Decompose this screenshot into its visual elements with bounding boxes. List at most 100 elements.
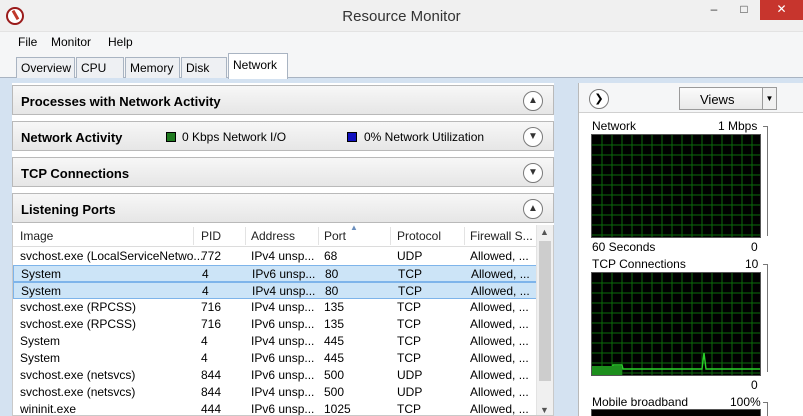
tab-bar: Overview CPU Memory Disk Network	[0, 52, 803, 79]
column-pid[interactable]: PID	[201, 229, 221, 243]
panel-title: Network Activity	[21, 130, 123, 145]
table-row[interactable]: System 4 IPv6 unsp... 445 TCP Allowed, ...	[13, 350, 537, 367]
graph-scale-bracket	[763, 402, 768, 416]
table-row[interactable]: svchost.exe (RPCSS) 716 IPv6 unsp... 135 TCP…	[13, 316, 537, 333]
views-dropdown-icon[interactable]: ▼	[763, 87, 777, 110]
cell-pid: 716	[201, 300, 222, 314]
cell-protocol: TCP	[397, 300, 421, 314]
cell-address: IPv6 unsp...	[251, 402, 315, 416]
cell-image: System	[20, 334, 61, 348]
cell-firewall-status: Allowed, ...	[470, 351, 529, 365]
chevron-down-icon[interactable]: ▼	[523, 127, 543, 147]
table-row[interactable]: System 4 IPv4 unsp... 445 TCP Allowed, ...	[13, 333, 537, 350]
cell-image: svchost.exe (netsvcs)	[20, 368, 136, 382]
close-button[interactable]: ✕	[760, 0, 803, 20]
cell-image: svchost.exe (LocalServiceNetwo...	[20, 249, 204, 263]
tcp-graph-label: TCP Connections	[592, 257, 686, 271]
cell-image: svchost.exe (RPCSS)	[20, 317, 137, 331]
tab-overview[interactable]: Overview	[16, 57, 75, 78]
menu-monitor[interactable]: Monitor	[51, 35, 91, 49]
cell-address: IPv4 unsp...	[251, 334, 315, 348]
column-divider[interactable]	[193, 227, 194, 245]
cell-firewall-status: Allowed, ...	[470, 300, 529, 314]
menu-file[interactable]: File	[18, 35, 37, 49]
graph-scale-bracket	[763, 264, 768, 372]
processes-network-activity-header[interactable]: Processes with Network Activity ▲	[12, 85, 554, 115]
cell-pid: 716	[201, 317, 222, 331]
table-row[interactable]: svchost.exe (LocalServiceNetwo... 772 IPv4…	[13, 248, 537, 265]
cell-protocol: UDP	[397, 249, 423, 263]
graphs-toolbar: ❯ Views ▼	[579, 83, 803, 113]
tab-disk[interactable]: Disk	[181, 57, 227, 78]
tab-cpu[interactable]: CPU	[76, 57, 124, 78]
column-firewall-status[interactable]: Firewall S...	[470, 229, 533, 243]
cell-pid: 772	[201, 249, 222, 263]
cell-firewall-status: Allowed, ...	[471, 284, 530, 298]
table-row[interactable]: svchost.exe (RPCSS) 716 IPv4 unsp... 135 TCP…	[13, 299, 537, 316]
tab-network[interactable]: Network	[228, 53, 288, 79]
tcp-connections-fill	[592, 366, 622, 375]
column-protocol[interactable]: Protocol	[397, 229, 441, 243]
cell-address: IPv6 unsp...	[251, 351, 315, 365]
cell-pid: 4	[202, 284, 209, 298]
network-graph-max: 1 Mbps	[718, 119, 758, 133]
network-graph-label: Network	[592, 119, 637, 133]
tab-memory[interactable]: Memory	[125, 57, 180, 78]
listening-ports-header[interactable]: Listening Ports ▲	[12, 193, 554, 223]
network-graph-plot	[592, 135, 760, 237]
cell-firewall-status: Allowed, ...	[470, 385, 529, 399]
listening-ports-table: Image PID Address ▲ Port Protocol Firewa…	[12, 225, 554, 416]
sort-ascending-icon: ▲	[350, 225, 358, 232]
column-port[interactable]: Port	[324, 229, 346, 243]
column-image[interactable]: Image	[20, 229, 53, 243]
column-divider[interactable]	[390, 227, 391, 245]
menu-bar: File Monitor Help	[0, 32, 803, 52]
network-io-legend-icon	[166, 132, 176, 142]
cell-port: 445	[324, 351, 345, 365]
cell-address: IPv4 unsp...	[251, 385, 315, 399]
chevron-up-icon[interactable]: ▲	[523, 199, 543, 219]
column-divider[interactable]	[245, 227, 246, 245]
menu-help[interactable]: Help	[108, 35, 133, 49]
cell-port: 500	[324, 385, 345, 399]
cell-port: 135	[324, 300, 345, 314]
cell-port: 1025	[324, 402, 351, 416]
scroll-up-icon[interactable]: ▲	[540, 227, 549, 237]
column-divider[interactable]	[318, 227, 319, 245]
maximize-button[interactable]: □	[730, 0, 758, 20]
panel-title: Processes with Network Activity	[21, 94, 221, 109]
mobile-broadband-graph-max: 100%	[730, 395, 761, 409]
cell-protocol: TCP	[397, 334, 421, 348]
scrollbar-thumb[interactable]	[539, 241, 551, 381]
cell-address: IPv6 unsp...	[251, 317, 315, 331]
network-activity-header[interactable]: Network Activity 0 Kbps Network I/O 0% N…	[12, 121, 554, 151]
tcp-graph-min: 0	[751, 378, 758, 392]
chevron-up-icon[interactable]: ▲	[523, 91, 543, 111]
cell-firewall-status: Allowed, ...	[470, 402, 529, 416]
table-row[interactable]: System 4 IPv4 unsp... 80 TCP Allowed, ...	[13, 282, 537, 299]
table-row[interactable]: wininit.exe 444 IPv6 unsp... 1025 TCP Allowed…	[13, 401, 537, 416]
cell-port: 135	[324, 317, 345, 331]
network-graph-min: 0	[751, 240, 758, 254]
chevron-down-icon[interactable]: ▼	[523, 163, 543, 183]
table-row[interactable]: System 4 IPv6 unsp... 80 TCP Allowed, ...	[13, 265, 537, 282]
cell-protocol: TCP	[397, 351, 421, 365]
cell-pid: 4	[201, 334, 208, 348]
cell-address: IPv6 unsp...	[251, 368, 315, 382]
cell-protocol: TCP	[398, 267, 422, 281]
column-address[interactable]: Address	[251, 229, 295, 243]
tcp-connections-header[interactable]: TCP Connections ▼	[12, 157, 554, 187]
views-button[interactable]: Views	[679, 87, 763, 110]
vertical-scrollbar[interactable]: ▲ ▼	[536, 225, 553, 415]
cell-protocol: TCP	[397, 317, 421, 331]
network-utilization-value: 0% Network Utilization	[364, 130, 485, 144]
tcp-connections-graph-plot	[592, 273, 760, 375]
table-row[interactable]: svchost.exe (netsvcs) 844 IPv4 unsp... 500 U…	[13, 384, 537, 401]
scroll-down-icon[interactable]: ▼	[540, 405, 549, 415]
column-divider[interactable]	[464, 227, 465, 245]
table-row[interactable]: svchost.exe (netsvcs) 844 IPv6 unsp... 500 U…	[13, 367, 537, 384]
minimize-button[interactable]: –	[700, 0, 728, 20]
collapse-pane-icon[interactable]: ❯	[589, 89, 609, 109]
table-header: Image PID Address ▲ Port Protocol Firewa…	[13, 225, 537, 247]
cell-port: 80	[325, 267, 339, 281]
